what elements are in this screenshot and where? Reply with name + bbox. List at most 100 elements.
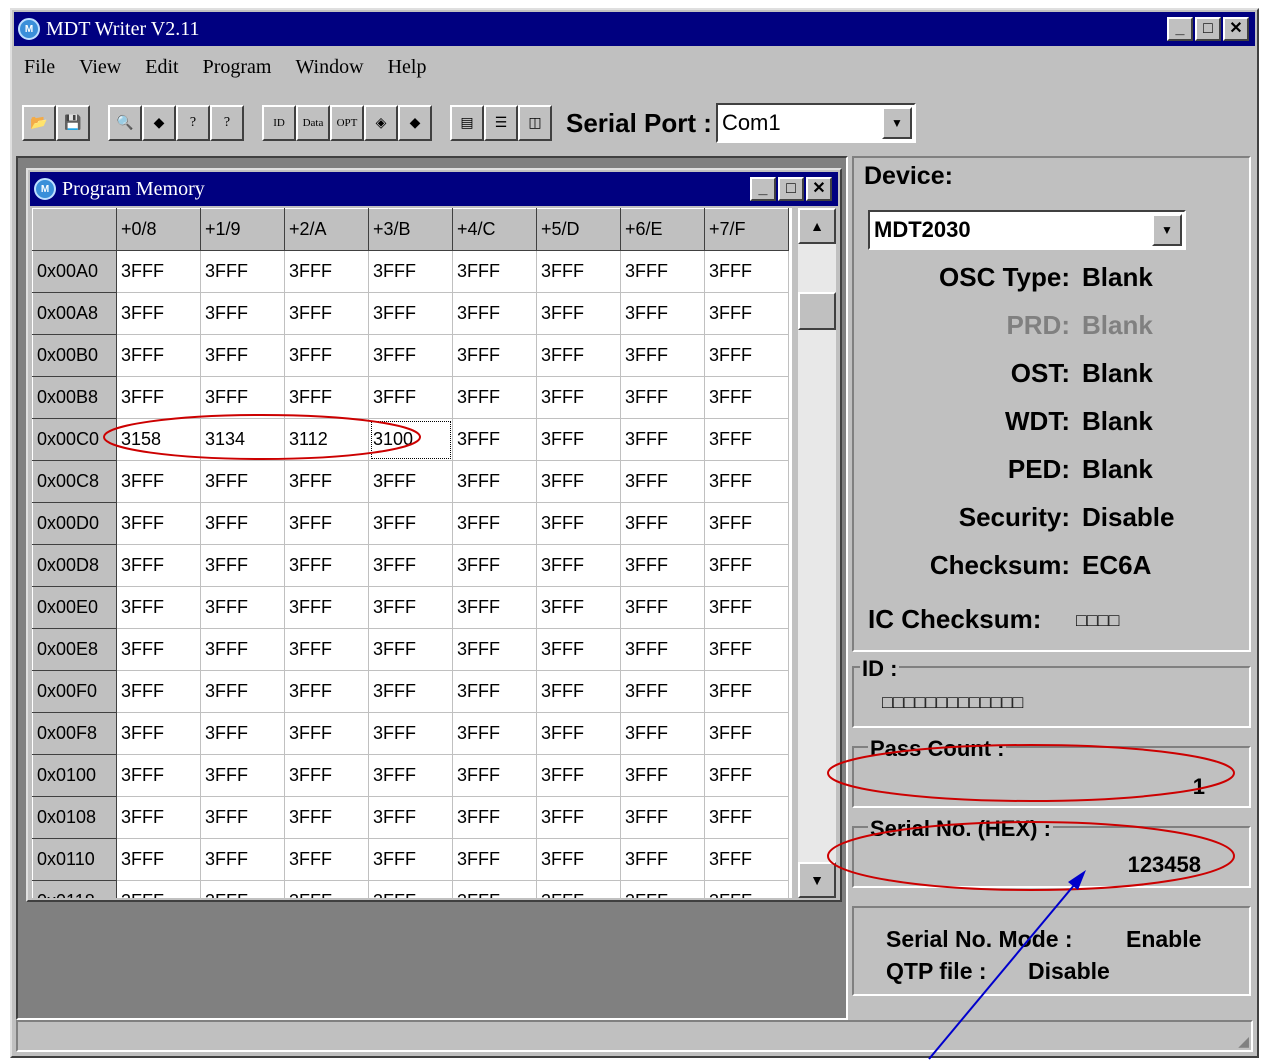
row-address[interactable]: 0x00E0 bbox=[32, 586, 117, 629]
memory-cell[interactable]: 3FFF bbox=[620, 712, 705, 755]
memory-cell[interactable]: 3FFF bbox=[536, 544, 621, 587]
memory-cell[interactable]: 3FFF bbox=[452, 796, 537, 839]
row-address[interactable]: 0x00C0 bbox=[32, 418, 117, 461]
memory-cell[interactable]: 3FFF bbox=[200, 544, 285, 587]
column-header[interactable]: +2/A bbox=[284, 208, 369, 251]
tile-vertical-button[interactable]: ◫ bbox=[518, 105, 552, 141]
memory-cell[interactable]: 3FFF bbox=[452, 754, 537, 797]
memory-cell[interactable]: 3FFF bbox=[704, 586, 789, 629]
memory-cell[interactable]: 3FFF bbox=[620, 880, 705, 898]
memory-cell[interactable]: 3FFF bbox=[284, 754, 369, 797]
row-address[interactable]: 0x00F8 bbox=[32, 712, 117, 755]
memory-cell[interactable]: 3FFF bbox=[200, 376, 285, 419]
memory-cell[interactable]: 3FFF bbox=[536, 418, 621, 461]
menu-window[interactable]: Window bbox=[295, 56, 363, 79]
memory-cell[interactable]: 3FFF bbox=[452, 586, 537, 629]
memory-cell[interactable]: 3FFF bbox=[452, 880, 537, 898]
memory-cell[interactable]: 3FFF bbox=[620, 796, 705, 839]
memory-cell[interactable]: 3FFF bbox=[368, 502, 453, 545]
memory-cell[interactable]: 3FFF bbox=[200, 460, 285, 503]
memory-cell[interactable]: 3FFF bbox=[200, 628, 285, 671]
menu-program[interactable]: Program bbox=[203, 56, 272, 79]
dropdown-arrow-icon[interactable]: ▼ bbox=[881, 107, 912, 139]
memory-cell[interactable]: 3FFF bbox=[116, 796, 201, 839]
memory-cell[interactable]: 3FFF bbox=[284, 838, 369, 881]
opt-button[interactable]: OPT bbox=[330, 105, 364, 141]
memory-cell[interactable]: 3FFF bbox=[284, 334, 369, 377]
memory-cell[interactable]: 3FFF bbox=[536, 838, 621, 881]
memory-cell[interactable]: 3FFF bbox=[368, 670, 453, 713]
memory-cell[interactable]: 3FFF bbox=[368, 586, 453, 629]
memory-cell[interactable]: 3FFF bbox=[116, 838, 201, 881]
memory-cell[interactable]: 3FFF bbox=[704, 502, 789, 545]
memory-cell[interactable]: 3FFF bbox=[200, 586, 285, 629]
memory-cell[interactable]: 3FFF bbox=[284, 796, 369, 839]
memory-cell[interactable]: 3FFF bbox=[116, 502, 201, 545]
row-address[interactable]: 0x00A8 bbox=[32, 292, 117, 335]
memory-cell[interactable]: 3100 bbox=[368, 418, 453, 461]
column-header[interactable]: +5/D bbox=[536, 208, 621, 251]
memory-cell[interactable]: 3FFF bbox=[536, 712, 621, 755]
column-header[interactable]: +4/C bbox=[452, 208, 537, 251]
menu-edit[interactable]: Edit bbox=[145, 56, 178, 79]
memory-cell[interactable]: 3FFF bbox=[368, 292, 453, 335]
memory-cell[interactable]: 3FFF bbox=[284, 250, 369, 293]
memory-cell[interactable]: 3FFF bbox=[368, 796, 453, 839]
memory-cell[interactable]: 3FFF bbox=[200, 502, 285, 545]
memory-cell[interactable]: 3FFF bbox=[116, 334, 201, 377]
row-address[interactable]: 0x00A0 bbox=[32, 250, 117, 293]
app-logo-icon[interactable]: M bbox=[34, 178, 56, 200]
menu-help[interactable]: Help bbox=[388, 56, 427, 79]
memory-cell[interactable]: 3FFF bbox=[620, 250, 705, 293]
memory-cell[interactable]: 3FFF bbox=[704, 754, 789, 797]
row-address[interactable]: 0x00D8 bbox=[32, 544, 117, 587]
column-header[interactable]: +1/9 bbox=[200, 208, 285, 251]
scroll-thumb[interactable] bbox=[798, 292, 836, 330]
erase-button[interactable]: ◆ bbox=[398, 105, 432, 141]
memory-cell[interactable]: 3FFF bbox=[452, 670, 537, 713]
memory-cell[interactable]: 3FFF bbox=[116, 670, 201, 713]
memory-cell[interactable]: 3158 bbox=[116, 418, 201, 461]
blank-check-button[interactable]: ? bbox=[210, 105, 244, 141]
memory-cell[interactable]: 3FFF bbox=[116, 880, 201, 898]
memory-cell[interactable]: 3FFF bbox=[284, 628, 369, 671]
memory-cell[interactable]: 3FFF bbox=[452, 628, 537, 671]
memory-cell[interactable]: 3FFF bbox=[200, 250, 285, 293]
cascade-button[interactable]: ▤ bbox=[450, 105, 484, 141]
dropdown-arrow-icon[interactable]: ▼ bbox=[1152, 214, 1182, 246]
scroll-down-button[interactable]: ▼ bbox=[798, 862, 836, 898]
memory-cell[interactable]: 3FFF bbox=[452, 712, 537, 755]
memory-cell[interactable]: 3FFF bbox=[536, 586, 621, 629]
tile-horizontal-button[interactable]: ☰ bbox=[484, 105, 518, 141]
memory-cell[interactable]: 3FFF bbox=[620, 292, 705, 335]
memory-cell[interactable]: 3FFF bbox=[284, 376, 369, 419]
memory-cell[interactable]: 3FFF bbox=[704, 670, 789, 713]
memory-cell[interactable]: 3FFF bbox=[620, 586, 705, 629]
column-header[interactable]: +3/B bbox=[368, 208, 453, 251]
memory-cell[interactable]: 3FFF bbox=[704, 712, 789, 755]
read-button[interactable]: 🔍 bbox=[108, 105, 142, 141]
device-select[interactable]: MDT2030 ▼ bbox=[868, 210, 1186, 250]
memory-cell[interactable]: 3FFF bbox=[452, 334, 537, 377]
auto-program-button[interactable]: ◈ bbox=[364, 105, 398, 141]
menu-file[interactable]: File bbox=[24, 56, 55, 79]
memory-cell[interactable]: 3FFF bbox=[452, 250, 537, 293]
memory-cell[interactable]: 3FFF bbox=[452, 292, 537, 335]
memory-cell[interactable]: 3FFF bbox=[620, 460, 705, 503]
memory-cell[interactable]: 3FFF bbox=[116, 292, 201, 335]
row-address[interactable]: 0x00B8 bbox=[32, 376, 117, 419]
memory-cell[interactable]: 3FFF bbox=[704, 838, 789, 881]
row-address[interactable]: 0x0118 bbox=[32, 880, 117, 898]
memory-cell[interactable]: 3FFF bbox=[368, 880, 453, 898]
verify-button[interactable]: ? bbox=[176, 105, 210, 141]
memory-cell[interactable]: 3FFF bbox=[368, 544, 453, 587]
memory-cell[interactable]: 3FFF bbox=[200, 670, 285, 713]
memory-cell[interactable]: 3FFF bbox=[116, 376, 201, 419]
row-address[interactable]: 0x0108 bbox=[32, 796, 117, 839]
memory-cell[interactable]: 3FFF bbox=[452, 418, 537, 461]
memory-cell[interactable]: 3FFF bbox=[704, 460, 789, 503]
memory-cell[interactable]: 3FFF bbox=[200, 880, 285, 898]
minimize-button[interactable]: _ bbox=[1167, 17, 1193, 41]
memory-cell[interactable]: 3FFF bbox=[368, 838, 453, 881]
row-address[interactable]: 0x0100 bbox=[32, 754, 117, 797]
